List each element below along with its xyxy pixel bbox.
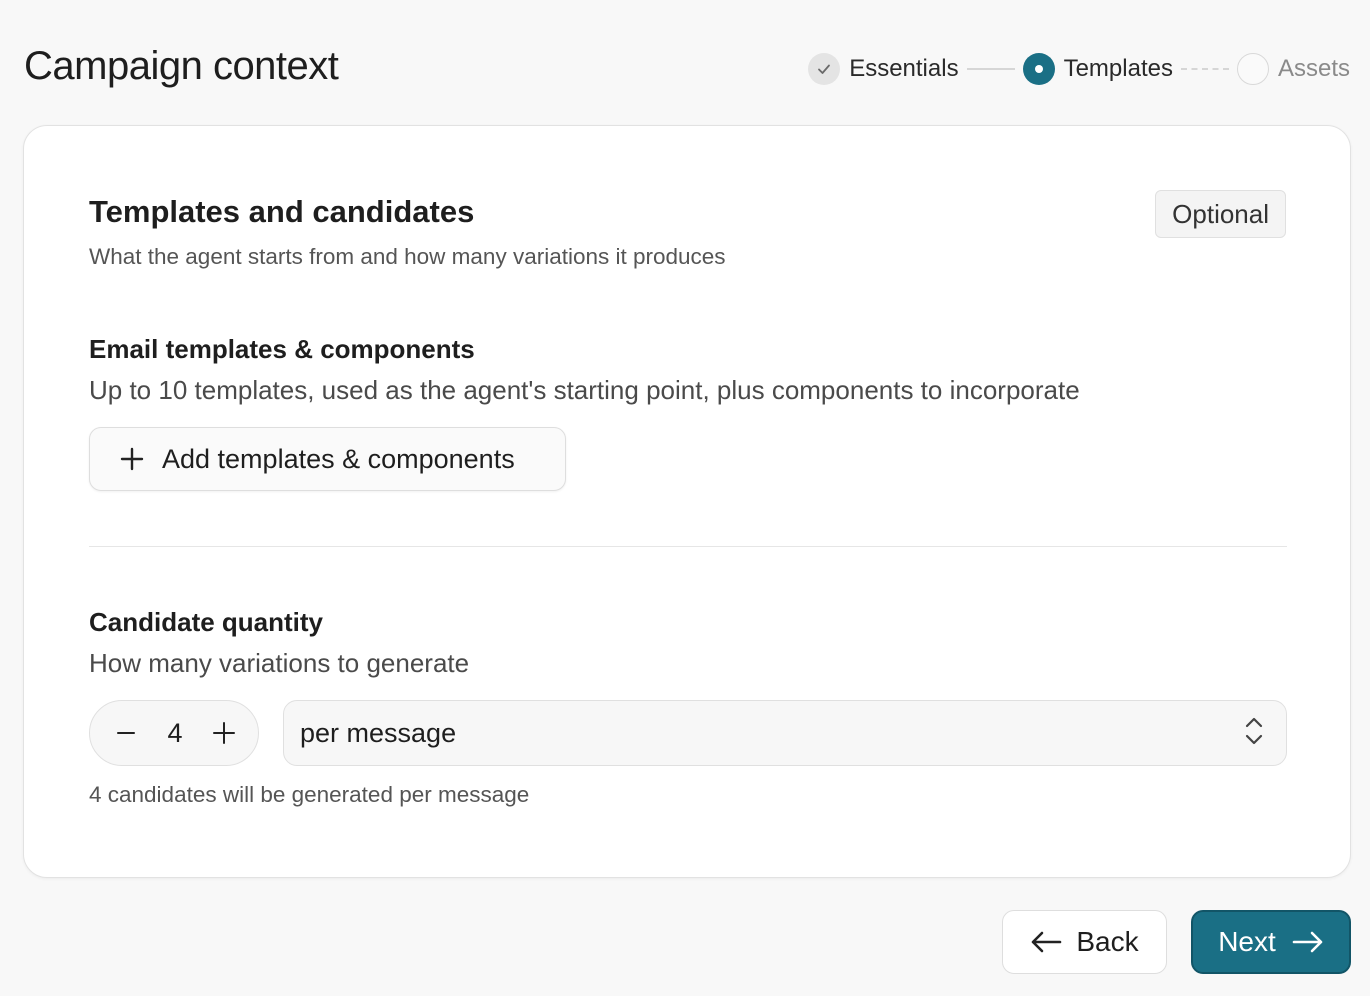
next-label: Next (1218, 926, 1276, 957)
step-label: Templates (1063, 55, 1173, 82)
chevron-up-down-icon (1244, 716, 1264, 751)
optional-badge: Optional (1155, 190, 1286, 238)
step-connector (966, 68, 1015, 70)
plus-icon (120, 447, 144, 471)
quantity-field-description: How many variations to generate (89, 648, 470, 678)
check-icon (808, 53, 841, 85)
arrow-left-icon (1030, 930, 1062, 954)
progress-stepper: Essentials Templates Assets (808, 52, 1350, 86)
step-templates[interactable]: Templates (1022, 53, 1173, 85)
arrow-right-icon (1292, 930, 1324, 954)
quantity-helper-text: 4 candidates will be generated per messa… (89, 782, 530, 807)
unit-select[interactable]: per message (283, 700, 1287, 766)
decrement-button[interactable] (112, 719, 140, 747)
unit-select-value: per message (300, 717, 457, 748)
templates-card: Templates and candidates What the agent … (23, 125, 1351, 878)
minus-icon (117, 732, 135, 734)
quantity-stepper: 4 (89, 700, 259, 766)
step-assets[interactable]: Assets (1236, 53, 1350, 85)
step-connector (1180, 68, 1229, 70)
add-templates-label: Add templates & components (162, 443, 515, 474)
increment-button[interactable] (210, 719, 238, 747)
templates-field-title: Email templates & components (89, 334, 475, 364)
divider (89, 546, 1287, 547)
step-label: Assets (1277, 55, 1350, 82)
back-label: Back (1076, 926, 1139, 957)
next-button[interactable]: Next (1191, 910, 1351, 974)
step-label: Essentials (849, 55, 959, 82)
step-essentials[interactable]: Essentials (808, 53, 959, 85)
campaign-context-page: Campaign context Essentials Templates As… (0, 0, 1370, 996)
quantity-value[interactable]: 4 (155, 718, 195, 749)
add-templates-button[interactable]: Add templates & components (89, 427, 566, 491)
templates-field-description: Up to 10 templates, used as the agent's … (89, 375, 1080, 405)
current-step-icon (1022, 53, 1055, 85)
quantity-field-title: Candidate quantity (89, 607, 324, 637)
page-title: Campaign context (24, 44, 339, 88)
section-title: Templates and candidates (89, 194, 475, 229)
pending-step-icon (1236, 53, 1269, 85)
section-subtitle: What the agent starts from and how many … (89, 244, 726, 269)
back-button[interactable]: Back (1002, 910, 1167, 974)
plus-icon (213, 722, 235, 744)
